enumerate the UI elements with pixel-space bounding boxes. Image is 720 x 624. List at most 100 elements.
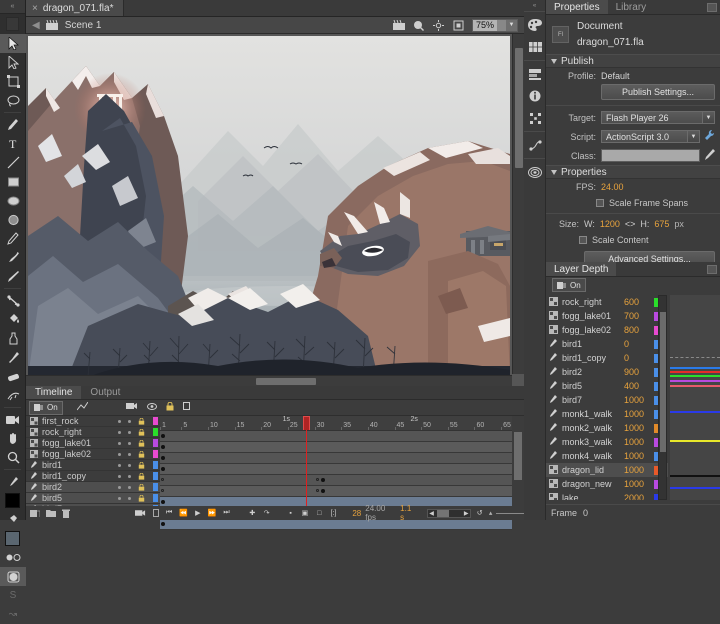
- class-field[interactable]: [601, 149, 700, 162]
- toolbar-edit-button[interactable]: [6, 17, 19, 31]
- layer-visibility-dot[interactable]: [118, 464, 121, 467]
- timeline-frame-row[interactable]: [160, 464, 512, 475]
- layer-depth-row[interactable]: bird2900: [546, 365, 668, 379]
- timeline-frame-row[interactable]: [160, 442, 512, 453]
- layer-depth-graph[interactable]: [670, 295, 720, 500]
- depth-graph-line[interactable]: [670, 380, 720, 382]
- go-to-last-frame-button[interactable]: ⏭: [221, 508, 231, 519]
- transform-icon[interactable]: [524, 107, 546, 129]
- motion-editor-icon[interactable]: [524, 134, 546, 156]
- reset-timeline-zoom-button[interactable]: ↺: [475, 508, 485, 519]
- depth-graph-line[interactable]: [670, 371, 720, 373]
- timeline-layer-row[interactable]: fogg_lake01: [26, 438, 160, 449]
- snap-options-icon[interactable]: S: [0, 586, 26, 605]
- hand-tool[interactable]: [0, 429, 26, 448]
- timeline-layer-row[interactable]: bird2: [26, 482, 160, 493]
- keyframe-marker[interactable]: [161, 445, 165, 449]
- depth-value[interactable]: 700: [624, 311, 650, 321]
- layer-depth-row[interactable]: monk1_walk1000: [546, 407, 668, 421]
- swap-colors-icon[interactable]: [0, 548, 26, 567]
- link-dimensions-icon[interactable]: <>: [625, 219, 636, 229]
- script-select[interactable]: ActionScript 3.0 ▼: [601, 130, 700, 143]
- layer-visibility-dot[interactable]: [118, 475, 121, 478]
- frame-value[interactable]: 0: [583, 508, 588, 518]
- layer-toggles[interactable]: [111, 440, 145, 447]
- layer-toggles[interactable]: [111, 462, 145, 469]
- keyframe-marker[interactable]: [161, 489, 164, 492]
- smooth-options-icon[interactable]: ↝: [0, 605, 26, 624]
- rail-collapse-button[interactable]: «: [524, 0, 545, 11]
- layer-outline-dot[interactable]: [128, 442, 131, 445]
- timeline-ruler[interactable]: 151015202530354045505560651s2s: [160, 416, 512, 431]
- new-folder-icon[interactable]: [46, 508, 56, 519]
- edit-scene-icon[interactable]: [392, 19, 405, 32]
- fit-to-window-icon[interactable]: [432, 19, 445, 32]
- scroll-thumb[interactable]: [514, 432, 522, 480]
- timeline-frame-row[interactable]: [160, 453, 512, 464]
- chevron-down-icon[interactable]: [551, 170, 557, 175]
- scale-frame-spans-checkbox[interactable]: [596, 199, 604, 207]
- playhead-handle[interactable]: [303, 416, 310, 431]
- add-blank-keyframe-button[interactable]: □: [314, 508, 324, 519]
- stage-canvas[interactable]: [28, 36, 510, 377]
- chevron-down-icon[interactable]: ▼: [702, 112, 714, 123]
- lock-icon[interactable]: [138, 451, 145, 458]
- stage-horizontal-scrollbar[interactable]: [26, 375, 512, 386]
- publish-settings-button[interactable]: Publish Settings...: [601, 84, 715, 100]
- layer-visibility-dot[interactable]: [118, 497, 121, 500]
- lock-icon[interactable]: [138, 462, 145, 469]
- layer-outline-dot[interactable]: [128, 486, 131, 489]
- lock-icon[interactable]: [166, 402, 174, 414]
- layer-depth-row[interactable]: monk2_walk1000: [546, 421, 668, 435]
- keyframe-marker[interactable]: [161, 456, 165, 460]
- timeline-frame-row[interactable]: [160, 486, 512, 497]
- line-tool[interactable]: [0, 153, 26, 172]
- panel-menu-icon[interactable]: [707, 265, 717, 274]
- layer-depth-row[interactable]: fogg_lake01700: [546, 309, 668, 323]
- camera-tool[interactable]: [0, 410, 26, 429]
- tab-output[interactable]: Output: [81, 386, 129, 399]
- text-tool[interactable]: T: [0, 134, 26, 153]
- layer-depth-list[interactable]: rock_right600fogg_lake01700fogg_lake0280…: [546, 295, 668, 500]
- keyframe-marker[interactable]: [316, 478, 319, 481]
- paint-bucket-tool[interactable]: [0, 310, 26, 329]
- depth-graph-line[interactable]: [670, 385, 720, 387]
- depth-graph-line[interactable]: [670, 367, 720, 369]
- lock-icon[interactable]: [138, 440, 145, 447]
- chevron-down-icon[interactable]: ▼: [687, 131, 699, 142]
- layer-depth-icon[interactable]: [524, 161, 546, 183]
- depth-value[interactable]: 1000: [624, 465, 650, 475]
- keyframe-marker[interactable]: [161, 434, 165, 438]
- back-arrow-icon[interactable]: ◀: [32, 20, 40, 31]
- timeline-frame-row[interactable]: [160, 431, 512, 442]
- depth-value[interactable]: 1000: [624, 451, 650, 461]
- polystar-tool[interactable]: [0, 210, 26, 229]
- layer-toggles[interactable]: [111, 429, 145, 436]
- layer-visibility-dot[interactable]: [118, 431, 121, 434]
- toolbar-collapse-button[interactable]: «: [0, 0, 25, 14]
- layer-visibility-dot[interactable]: [118, 453, 121, 456]
- depth-value[interactable]: 1000: [624, 395, 650, 405]
- color-palette-icon[interactable]: [524, 14, 546, 36]
- layer-outline-dot[interactable]: [128, 453, 131, 456]
- delete-layer-icon[interactable]: [62, 508, 71, 519]
- width-value[interactable]: 1200: [600, 219, 620, 229]
- insert-keyframe-button[interactable]: ▪: [285, 508, 295, 519]
- timeline-layer-row[interactable]: bird5: [26, 493, 160, 504]
- keyframe-marker[interactable]: [321, 489, 325, 493]
- tab-layer-depth[interactable]: Layer Depth: [546, 262, 616, 276]
- publish-section-header[interactable]: Publish: [546, 54, 720, 68]
- timeline-vertical-scrollbar[interactable]: [512, 416, 524, 506]
- depth-value[interactable]: 2000: [624, 493, 650, 500]
- width-tool[interactable]: [0, 386, 26, 405]
- depth-value[interactable]: 600: [624, 297, 650, 307]
- selection-tool[interactable]: [0, 34, 26, 53]
- layer-outline-dot[interactable]: [128, 431, 131, 434]
- info-icon[interactable]: [524, 85, 546, 107]
- pencil-tool[interactable]: [0, 229, 26, 248]
- depth-onion-skin-toggle[interactable]: On: [552, 278, 586, 292]
- graph-editor-icon[interactable]: [77, 402, 88, 414]
- depth-value[interactable]: 1000: [624, 479, 650, 489]
- document-tab[interactable]: × dragon_071.fla*: [26, 0, 124, 16]
- layer-depth-row[interactable]: lake2000: [546, 491, 668, 500]
